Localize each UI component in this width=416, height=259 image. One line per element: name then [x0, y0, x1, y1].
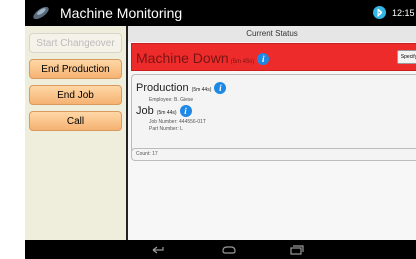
app-title: Machine Monitoring — [60, 5, 183, 21]
current-status-header: Current Status — [128, 26, 416, 42]
recent-apps-icon[interactable] — [287, 240, 305, 259]
start-changeover-button[interactable]: Start Changeover — [29, 33, 122, 53]
production-title: Production — [136, 82, 189, 94]
home-icon[interactable] — [219, 240, 239, 259]
left-panel: Start Changeover End Production End Job … — [25, 26, 126, 240]
call-button[interactable]: Call — [29, 111, 122, 131]
production-duration: (5m 44s) — [191, 87, 212, 93]
left-margin — [0, 0, 25, 259]
part-number-label: Part Number: L — [149, 126, 183, 132]
machine-status-banner[interactable]: Machine Down (5m 45s) i Specify — [131, 43, 416, 71]
navigation-bar — [25, 240, 416, 259]
production-title-row: Production (5m 44s) i — [136, 81, 227, 97]
job-title: Job — [136, 105, 154, 117]
job-number-label: Job Number: 444556-01T — [149, 119, 206, 125]
machine-status-title: Machine Down — [136, 50, 229, 66]
status-time: 12:15 — [392, 8, 415, 18]
machine-status-duration: (5m 45s) — [230, 59, 255, 65]
specify-button[interactable]: Specify — [397, 50, 416, 64]
end-production-button[interactable]: End Production — [29, 59, 122, 79]
info-icon[interactable]: i — [179, 105, 192, 118]
job-duration: (5m 44s) — [156, 110, 177, 116]
end-job-button[interactable]: End Job — [29, 85, 122, 105]
count-card: Count: 17 — [131, 148, 416, 161]
status-panel: Current Status Machine Down (5m 45s) i Spe… — [128, 26, 416, 240]
bluetooth-icon — [373, 6, 386, 19]
employee-label: Employee: B. Giese — [149, 97, 194, 103]
app-logo-icon[interactable] — [31, 5, 51, 21]
back-icon[interactable] — [149, 240, 167, 259]
app-screen: Machine Monitoring 12:15 Start Changeove… — [0, 0, 416, 259]
job-title-row: Job (5m 44s) i — [136, 104, 192, 120]
info-icon[interactable]: i — [257, 53, 270, 66]
count-label: Count: 17 — [136, 151, 158, 157]
machine-status-title-row: Machine Down (5m 45s) i — [136, 50, 270, 70]
info-icon[interactable]: i — [214, 82, 227, 95]
